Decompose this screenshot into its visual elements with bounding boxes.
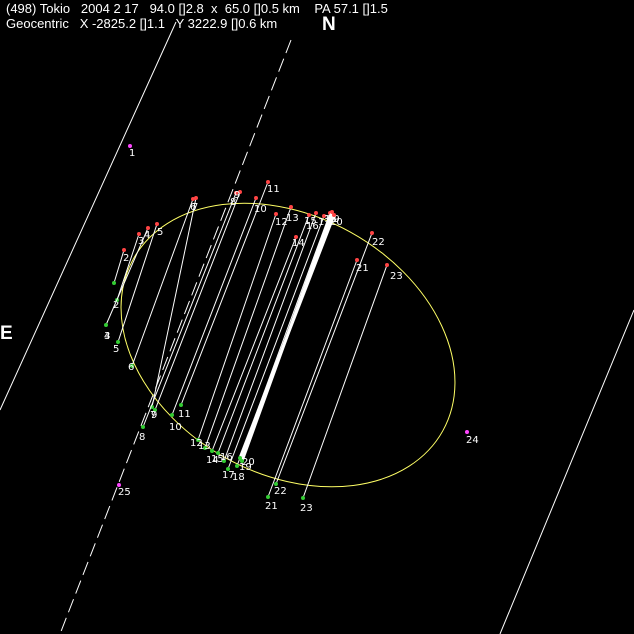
- fitted-ellipse: [120, 202, 456, 488]
- chord-line-6: [131, 198, 194, 367]
- chord-label-d-2: 2: [123, 253, 129, 264]
- chord-line-16: [223, 212, 317, 462]
- disappear-marker-22: [370, 231, 374, 235]
- reappear-marker-21: [266, 495, 270, 499]
- path-limit-line-left: [0, 21, 177, 411]
- chord-line-3: [116, 233, 140, 301]
- reappear-marker-10: [170, 413, 174, 417]
- chord-label-r-22: 22: [274, 486, 287, 497]
- chord-line-21: [267, 259, 358, 498]
- chord-line-10: [171, 197, 257, 416]
- disappear-marker-12: [274, 212, 278, 216]
- reappear-marker-14: [210, 449, 214, 453]
- disappear-marker-2: [122, 248, 126, 252]
- chord-label-d-9: 9: [234, 190, 240, 201]
- chord-label-d-7: 7: [192, 202, 198, 213]
- chord-line-22: [275, 232, 373, 485]
- chord-line-11: [180, 181, 269, 406]
- reappear-marker-2: [112, 281, 116, 285]
- chord-label-r-21: 21: [265, 501, 278, 512]
- chord-label-d-16: 16: [306, 221, 319, 232]
- chord-label-25: 25: [118, 487, 131, 498]
- chord-label-1: 1: [129, 148, 135, 159]
- disappear-marker-16: [314, 211, 318, 215]
- chord-label-r-8: 8: [139, 432, 145, 443]
- chord-line-9: [154, 191, 241, 411]
- chord-label-d-22: 22: [372, 237, 385, 248]
- reappear-marker-23: [301, 496, 305, 500]
- chord-line-13: [204, 206, 292, 449]
- reappear-marker-11: [179, 403, 183, 407]
- chord-label-r-18: 18: [232, 472, 245, 483]
- chord-label-r-5: 5: [113, 344, 119, 355]
- chord-label-r-4: 4: [104, 331, 110, 342]
- occultation-plot: (498) Tokio 2004 2 17 94.0 []2.8 x 65.0 …: [0, 0, 634, 634]
- disappear-marker-21: [355, 258, 359, 262]
- chord-line-20: [238, 214, 336, 459]
- chord-label-r-9: 9: [151, 410, 157, 421]
- reappear-marker-4: [104, 323, 108, 327]
- disappear-marker-13: [289, 205, 293, 209]
- chord-diagram: 1223344556677889910101111121213131414151…: [0, 21, 634, 634]
- chord-label-d-4: 4: [144, 230, 150, 241]
- disappear-marker-23: [385, 263, 389, 267]
- reappear-marker-8: [141, 425, 145, 429]
- disappear-marker-5: [155, 222, 159, 226]
- chord-label-r-20: 20: [242, 457, 255, 468]
- chord-label-d-20: 20: [330, 217, 343, 228]
- miss-marker-24: [465, 430, 469, 434]
- chord-label-24: 24: [466, 435, 479, 446]
- chord-label-d-11: 11: [267, 184, 280, 195]
- chord-label-r-6: 6: [128, 362, 134, 373]
- chord-label-r-23: 23: [300, 503, 313, 514]
- chord-label-d-5: 5: [157, 227, 163, 238]
- disappear-marker-10: [254, 196, 258, 200]
- path-limit-line-right: [499, 309, 634, 634]
- chord-label-d-13: 13: [286, 213, 299, 224]
- chord-label-d-23: 23: [390, 271, 403, 282]
- chord-label-r-11: 11: [178, 409, 191, 420]
- chord-label-r-10: 10: [169, 422, 182, 433]
- chord-line-4: [105, 227, 149, 326]
- disappear-marker-7: [194, 196, 198, 200]
- chord-label-r-13: 13: [198, 441, 211, 452]
